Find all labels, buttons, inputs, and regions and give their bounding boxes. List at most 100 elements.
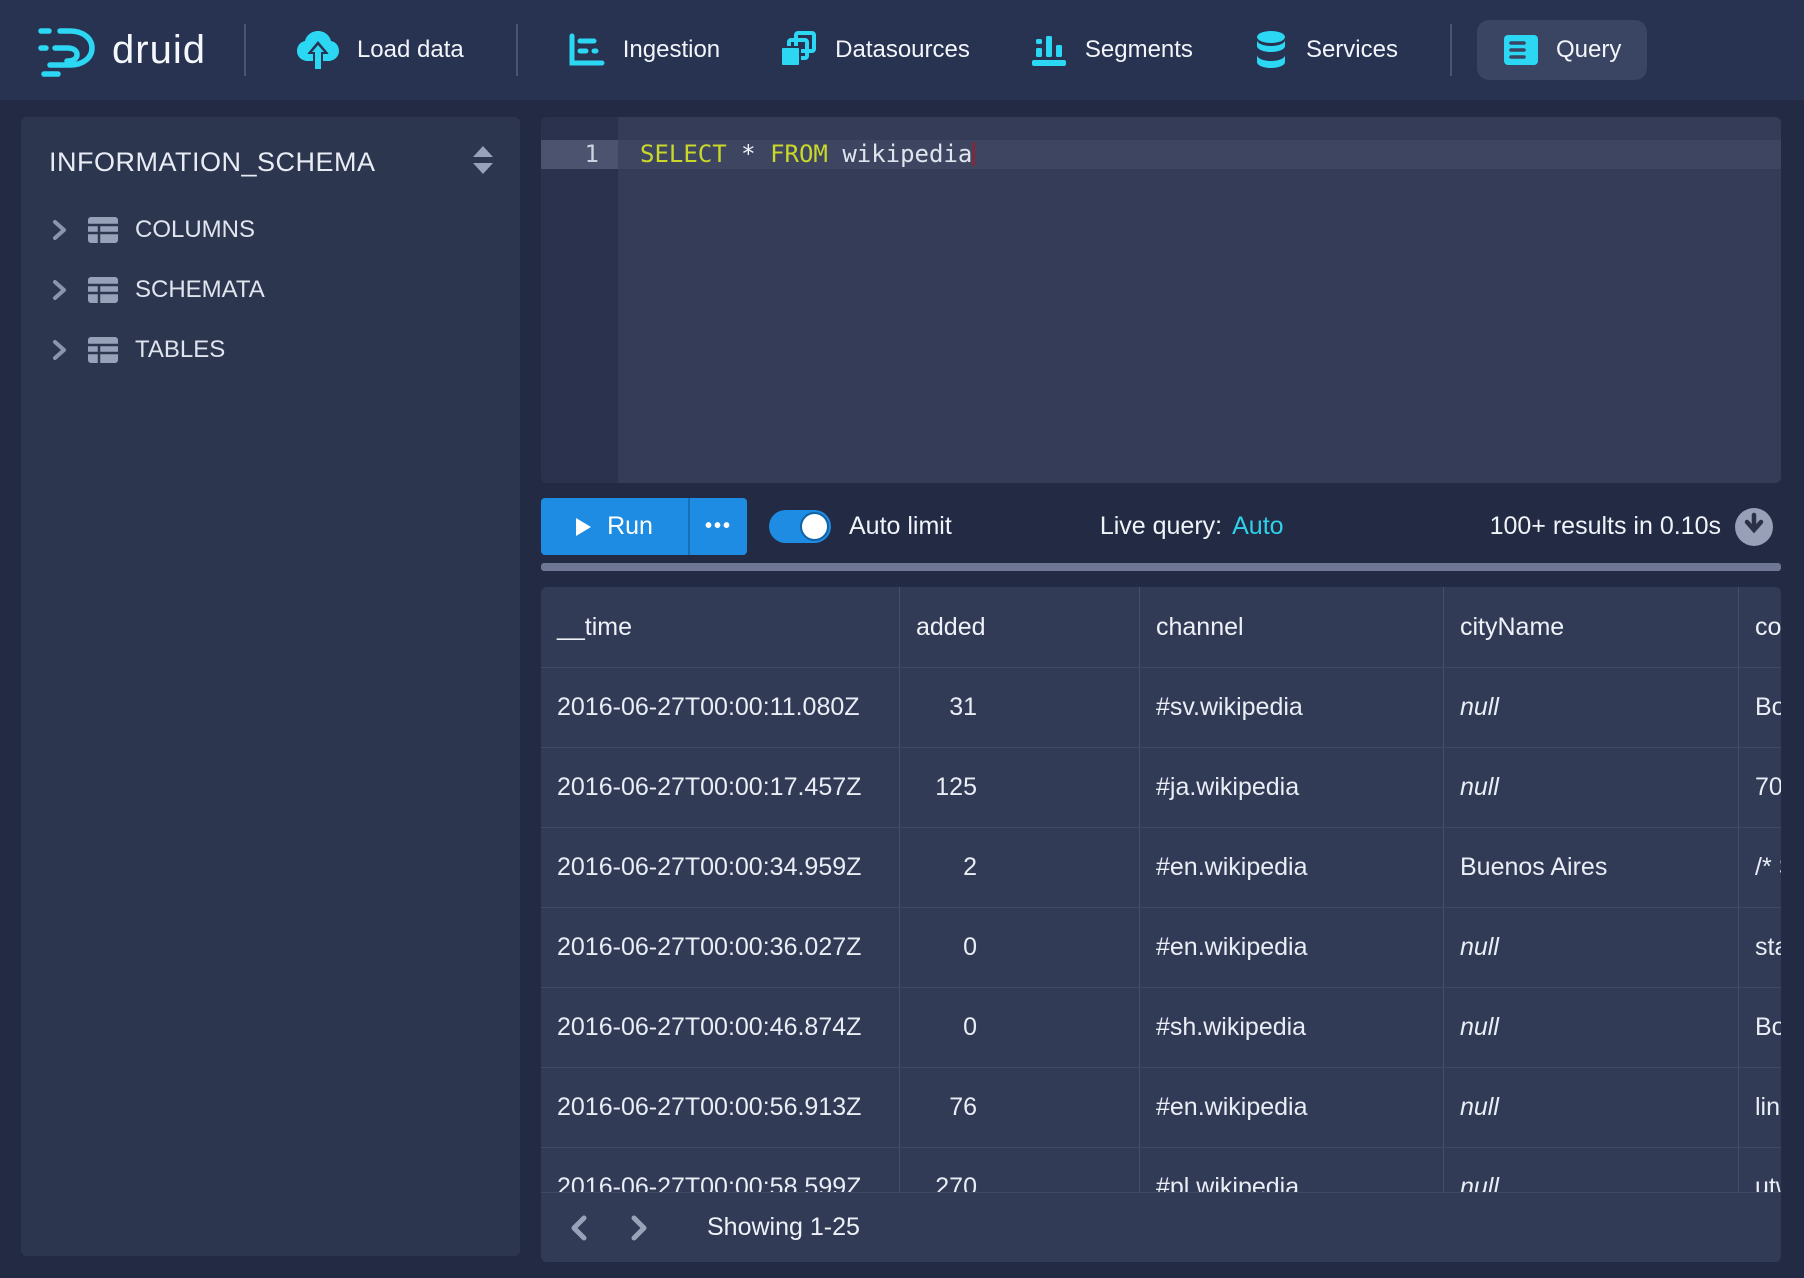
- sql-editor[interactable]: 1 SELECT * FROM wikipedia: [541, 117, 1781, 483]
- column-header-comment[interactable]: comment: [1739, 587, 1781, 667]
- stacked-layers-icon: [778, 30, 818, 70]
- cell-time[interactable]: 2016-06-27T00:00:17.457Z: [541, 748, 900, 827]
- cell-channel[interactable]: #en.wikipedia: [1140, 908, 1444, 987]
- live-query-label: Live query:: [1100, 512, 1222, 541]
- run-button[interactable]: Run: [541, 498, 690, 555]
- cell-time[interactable]: 2016-06-27T00:00:46.874Z: [541, 988, 900, 1067]
- nav-item-label: Services: [1306, 36, 1398, 64]
- query-results-panel: __timeaddedchannelcityNamecomment 2016-0…: [541, 587, 1781, 1262]
- column-header-cityName[interactable]: cityName: [1444, 587, 1739, 667]
- cell-channel[interactable]: #en.wikipedia: [1140, 1068, 1444, 1147]
- results-summary: 100+ results in 0.10s: [1490, 512, 1721, 541]
- results-table-body: 2016-06-27T00:00:11.080Z31#sv.wikipedian…: [541, 667, 1781, 1227]
- nav-item-label: Ingestion: [623, 36, 720, 64]
- cell-time[interactable]: 2016-06-27T00:00:34.959Z: [541, 828, 900, 907]
- table-header-row: __timeaddedchannelcityNamecomment: [541, 587, 1781, 667]
- cell-comment[interactable]: /* S: [1739, 828, 1781, 907]
- showing-range-label: Showing 1-25: [707, 1213, 860, 1242]
- nav-item-segments[interactable]: Segments: [1030, 31, 1193, 69]
- table-row: 2016-06-27T00:00:11.080Z31#sv.wikipedian…: [541, 667, 1781, 747]
- cell-comment[interactable]: 70.: [1739, 748, 1781, 827]
- table-row: 2016-06-27T00:00:17.457Z125#ja.wikipedia…: [541, 747, 1781, 827]
- cell-time[interactable]: 2016-06-27T00:00:36.027Z: [541, 908, 900, 987]
- gantt-chart-icon: [568, 32, 606, 68]
- nav-item-services[interactable]: Services: [1253, 30, 1398, 70]
- sidebar-item-label: TABLES: [135, 336, 225, 364]
- auto-limit-toggle[interactable]: [769, 510, 831, 543]
- cell-cityname[interactable]: null: [1444, 668, 1739, 747]
- previous-page-button[interactable]: [557, 1206, 601, 1250]
- table-icon: [87, 336, 119, 364]
- cell-time[interactable]: 2016-06-27T00:00:11.080Z: [541, 668, 900, 747]
- cell-comment[interactable]: sta: [1739, 908, 1781, 987]
- cell-channel[interactable]: #sv.wikipedia: [1140, 668, 1444, 747]
- cell-added[interactable]: 125: [900, 748, 1140, 827]
- nav-item-load-data[interactable]: Load data: [296, 29, 464, 71]
- sql-code-line[interactable]: SELECT * FROM wikipedia: [618, 140, 1781, 169]
- auto-limit-label: Auto limit: [849, 512, 952, 541]
- chevron-right-icon: [49, 278, 69, 302]
- nav-item-datasources[interactable]: Datasources: [778, 30, 970, 70]
- column-header-added[interactable]: added: [900, 587, 1140, 667]
- cloud-upload-icon: [296, 29, 340, 71]
- text-cursor: [972, 142, 975, 166]
- results-pagination-bar: Showing 1-25: [541, 1192, 1781, 1262]
- nav-item-ingestion[interactable]: Ingestion: [568, 32, 720, 68]
- sidebar-item-label: SCHEMATA: [135, 276, 265, 304]
- cell-comment[interactable]: link: [1739, 1068, 1781, 1147]
- sidebar-item-tables[interactable]: TABLES: [21, 320, 520, 380]
- download-results-button[interactable]: [1735, 508, 1773, 546]
- sidebar-item-columns[interactable]: COLUMNS: [21, 200, 520, 260]
- cell-added[interactable]: 0: [900, 988, 1140, 1067]
- cell-time[interactable]: 2016-06-27T00:00:56.913Z: [541, 1068, 900, 1147]
- download-arrow-icon: [1743, 512, 1765, 541]
- column-header-channel[interactable]: channel: [1140, 587, 1444, 667]
- druid-logo[interactable]: druid: [36, 18, 206, 83]
- nav-item-label: Load data: [357, 36, 464, 64]
- cell-channel[interactable]: #en.wikipedia: [1140, 828, 1444, 907]
- sort-double-caret-icon[interactable]: [470, 143, 496, 182]
- run-button-label: Run: [607, 512, 653, 541]
- table-row: 2016-06-27T00:00:46.874Z0#sh.wikipedianu…: [541, 987, 1781, 1067]
- navbar-divider: [1450, 24, 1452, 76]
- cell-cityname[interactable]: Buenos Aires: [1444, 828, 1739, 907]
- navbar-divider: [244, 24, 246, 76]
- cell-channel[interactable]: #sh.wikipedia: [1140, 988, 1444, 1067]
- next-page-button[interactable]: [617, 1206, 661, 1250]
- sql-keyword: FROM: [770, 140, 828, 168]
- druid-logo-icon: [36, 18, 100, 83]
- run-more-options-button[interactable]: •••: [690, 498, 747, 555]
- line-number: 1: [541, 140, 618, 169]
- sql-keyword: SELECT: [640, 140, 727, 168]
- table-row: 2016-06-27T00:00:56.913Z76#en.wikipedian…: [541, 1067, 1781, 1147]
- bar-chart-icon: [1030, 31, 1068, 69]
- top-navbar: druid Load data: [0, 0, 1804, 100]
- cell-added[interactable]: 2: [900, 828, 1140, 907]
- nav-item-label: Segments: [1085, 36, 1193, 64]
- database-icon: [1253, 30, 1289, 70]
- panel-resize-splitter[interactable]: [541, 563, 1781, 571]
- sidebar-item-schemata[interactable]: SCHEMATA: [21, 260, 520, 320]
- cell-comment[interactable]: Bot: [1739, 668, 1781, 747]
- table-icon: [87, 216, 119, 244]
- live-query-value[interactable]: Auto: [1232, 512, 1283, 541]
- cell-cityname[interactable]: null: [1444, 1068, 1739, 1147]
- nav-item-label: Query: [1556, 36, 1621, 64]
- column-header-time[interactable]: __time: [541, 587, 900, 667]
- cell-cityname[interactable]: null: [1444, 748, 1739, 827]
- cell-added[interactable]: 0: [900, 908, 1140, 987]
- cell-cityname[interactable]: null: [1444, 908, 1739, 987]
- query-toolbar: Run ••• Auto limit Live query: Auto 100+…: [541, 498, 1781, 555]
- schema-sidebar: INFORMATION_SCHEMA COLUMNS: [21, 117, 520, 1256]
- cell-cityname[interactable]: null: [1444, 988, 1739, 1067]
- cell-comment[interactable]: Bot: [1739, 988, 1781, 1067]
- cell-added[interactable]: 76: [900, 1068, 1140, 1147]
- cell-added[interactable]: 31: [900, 668, 1140, 747]
- cell-channel[interactable]: #ja.wikipedia: [1140, 748, 1444, 827]
- brand-name: druid: [112, 28, 206, 73]
- nav-item-query[interactable]: Query: [1477, 20, 1647, 80]
- table-row: 2016-06-27T00:00:36.027Z0#en.wikipedianu…: [541, 907, 1781, 987]
- toggle-knob: [800, 512, 829, 541]
- chevron-right-icon: [49, 218, 69, 242]
- sql-table-name: wikipedia: [842, 140, 972, 168]
